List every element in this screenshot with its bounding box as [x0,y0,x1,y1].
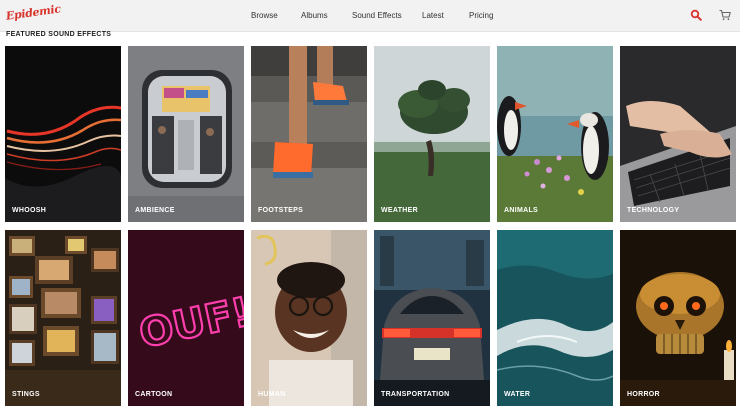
category-tile-water[interactable]: WATER [497,230,613,406]
tile-label: HORROR [627,391,660,398]
tile-label: HUMAN [258,391,286,398]
category-tile-ambience[interactable]: AMBIENCE [128,46,244,222]
tile-label: AMBIENCE [135,207,175,214]
nav-pricing[interactable]: Pricing [469,10,493,21]
category-tile-footsteps[interactable]: FOOTSTEPS [251,46,367,222]
top-navigation-bar: Epidemic Browse Albums Sound Effects Lat… [0,0,740,32]
tile-label: ANIMALS [504,207,538,214]
transportation-car-image [374,230,490,406]
tile-label: WEATHER [381,207,418,214]
cart-icon[interactable] [719,9,731,21]
nav-latest[interactable]: Latest [422,10,444,21]
category-tile-animals[interactable]: ANIMALS [497,46,613,222]
category-tile-cartoon[interactable]: OUF! CARTOON [128,230,244,406]
ambience-subway-image [128,46,244,222]
tile-label: WHOOSH [12,207,47,214]
category-tile-horror[interactable]: HORROR [620,230,736,406]
category-tile-technology[interactable]: TECHNOLOGY [620,46,736,222]
nav-browse[interactable]: Browse [251,10,278,21]
tile-label: WATER [504,391,531,398]
nav-albums[interactable]: Albums [301,10,328,21]
tile-label: TECHNOLOGY [627,207,680,214]
tile-label: TRANSPORTATION [381,391,450,398]
weather-tree-image [374,46,490,222]
stings-tv-wall-image [5,230,121,406]
nav-sound-effects[interactable]: Sound Effects [352,10,402,21]
technology-laptop-image [620,46,736,222]
water-waves-image [497,230,613,406]
tile-label: STINGS [12,391,40,398]
category-tile-stings[interactable]: STINGS [5,230,121,406]
category-tile-human[interactable]: HUMAN [251,230,367,406]
footsteps-stairs-image [251,46,367,222]
section-title: FEATURED SOUND EFFECTS [6,31,112,38]
category-tile-whoosh[interactable]: WHOOSH [5,46,121,222]
main-nav: Browse Albums Sound Effects Latest Prici… [0,0,740,31]
category-tile-weather[interactable]: WEATHER [374,46,490,222]
category-tile-transportation[interactable]: TRANSPORTATION [374,230,490,406]
tile-label: CARTOON [135,391,173,398]
tile-label: FOOTSTEPS [258,207,304,214]
cartoon-neon-sign-image: OUF! [128,230,244,406]
human-child-image [251,230,367,406]
whoosh-light-trail-image [5,46,121,222]
horror-skull-image [620,230,736,406]
animals-puffins-image [497,46,613,222]
search-icon[interactable] [690,9,702,21]
